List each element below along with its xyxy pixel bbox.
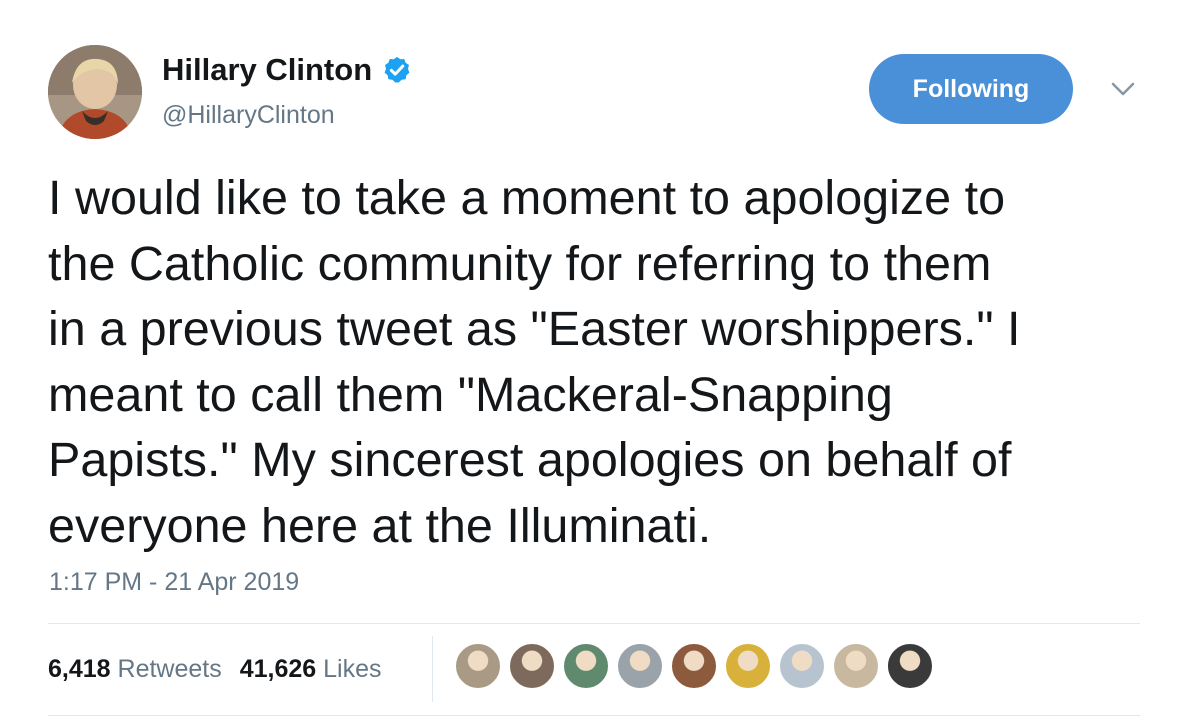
engagement-stats: 6,418 Retweets 41,626 Likes [48,624,400,714]
likes-label: Likes [323,654,382,683]
liker-avatar-9[interactable] [886,642,934,690]
chevron-down-icon[interactable] [1110,80,1136,98]
author-avatar-image [48,45,142,139]
following-button[interactable]: Following [869,54,1073,124]
liker-avatar-4[interactable] [616,642,664,690]
liker-avatar-6[interactable] [724,642,772,690]
tweet-card: Hillary Clinton @HillaryClinton Followin… [0,0,1200,723]
author-name-row: Hillary Clinton [162,52,412,88]
retweets-count: 6,418 [48,654,111,683]
tweet-text: I would like to take a moment to apologi… [48,171,1021,553]
liker-avatar-7[interactable] [778,642,826,690]
verified-badge-icon [384,56,410,83]
liker-avatars [454,642,940,690]
likes-count: 41,626 [239,654,317,683]
divider-bottom [48,715,1140,716]
author-handle[interactable]: @HillaryClinton [162,101,335,130]
liker-avatar-8[interactable] [832,642,880,690]
liker-avatar-5[interactable] [670,642,718,690]
likes-stat[interactable]: 41,626 Likes [240,655,382,684]
author-avatar[interactable] [48,45,142,139]
retweets-stat[interactable]: 6,418 Retweets [48,655,222,684]
author-display-name[interactable]: Hillary Clinton [162,52,372,88]
stats-separator [432,636,433,702]
liker-avatar-3[interactable] [562,642,610,690]
liker-avatar-2[interactable] [508,642,556,690]
tweet-timestamp[interactable]: 1:17 PM - 21 Apr 2019 [49,568,299,597]
retweets-label: Retweets [117,654,222,683]
liker-avatar-1[interactable] [454,642,502,690]
